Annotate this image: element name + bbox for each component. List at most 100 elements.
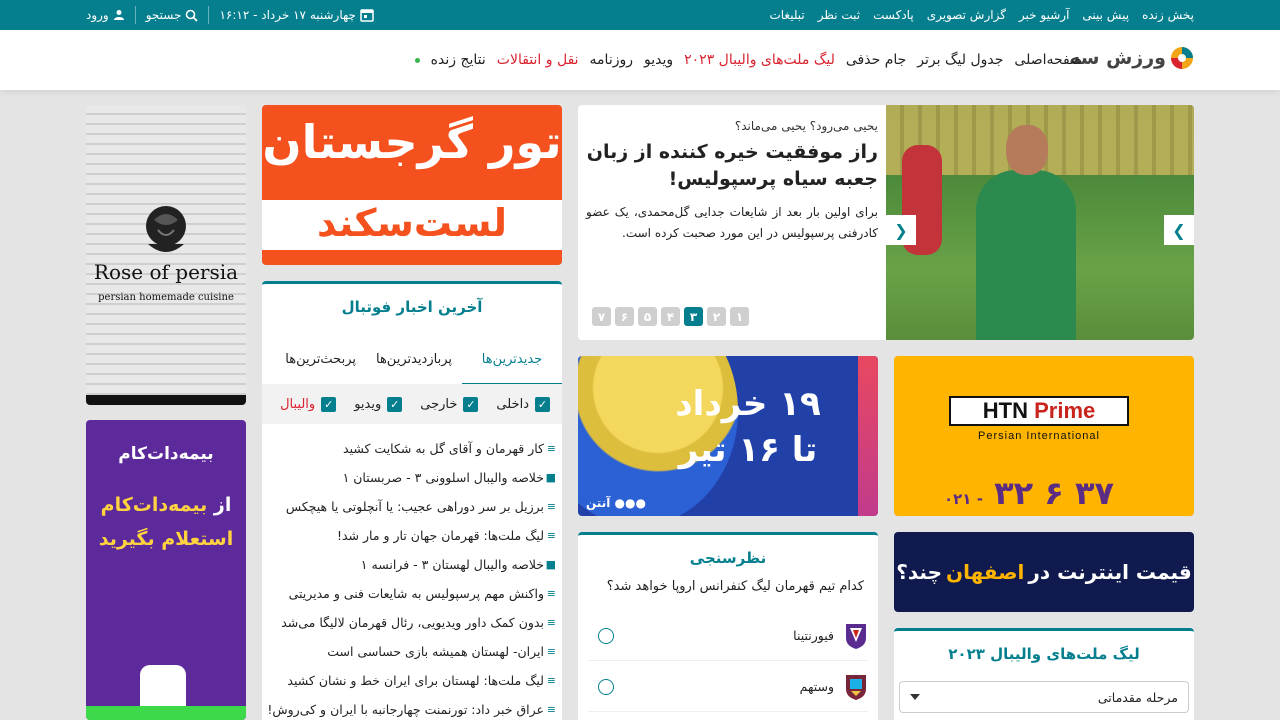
poll-box: نظرسنجی کدام تیم قهرمان لیگ کنفرانس اروپ… xyxy=(578,532,878,720)
top-link-archive[interactable]: آرشیو خبر xyxy=(1019,8,1069,22)
nav-volleyball[interactable]: لیگ ملت‌های والیبال ۲۰۲۳ xyxy=(684,52,835,68)
htn-prime-ad[interactable]: HTN Prime Persian International ۰۲۱ - ۳۲… xyxy=(894,356,1194,516)
slider-page-6[interactable]: ۱ xyxy=(730,307,749,326)
top-tools: ورود جستجو چهارشنبه ۱۷ خرداد - ۱۶:۱۲ xyxy=(86,0,374,30)
nav-transfers[interactable]: نقل و انتقالات xyxy=(497,52,579,68)
slider-page-5[interactable]: ۲ xyxy=(707,307,726,326)
htn-subtitle: Persian International xyxy=(978,430,1100,442)
internet-price-ad[interactable]: قیمت اینترنت در اصفهان چند؟ xyxy=(894,532,1194,612)
news-item[interactable]: ≡ بدون کمک داور ویدیویی، رئال قهرمان لالی… xyxy=(262,608,556,637)
site-logo[interactable]: ورزش سه xyxy=(1069,46,1194,70)
top-link-predict[interactable]: پیش بینی xyxy=(1082,8,1129,22)
slider-title[interactable]: راز موفقیت خیره کننده از زبان جعبه سیاه … xyxy=(586,139,878,192)
top-link-gallery[interactable]: گزارش تصویری xyxy=(927,8,1006,22)
filter-domestic[interactable]: ✓ داخلی xyxy=(496,396,550,412)
slider-page-4[interactable]: ۳ xyxy=(684,307,703,326)
slider-next-button[interactable]: ❯ xyxy=(1164,215,1194,245)
top-link-ads[interactable]: تبلیغات xyxy=(769,8,804,22)
nav-league-table[interactable]: جدول لیگ برتر xyxy=(917,52,1003,68)
person-body xyxy=(976,170,1076,340)
tab-most-discussed[interactable]: پربحث‌ترین‌ها xyxy=(275,337,366,385)
news-item[interactable]: ≡ لیگ ملت‌ها: قهرمان جهان تار و مار شد! xyxy=(262,521,556,550)
news-item-title: خلاصه والیبال اسلوونی ۳ - صربستان ۱ xyxy=(342,470,544,485)
slider-page-3[interactable]: ۴ xyxy=(661,307,680,326)
featured-photo[interactable] xyxy=(886,105,1194,340)
article-icon: ≡ xyxy=(546,616,556,629)
login-button[interactable]: ورود xyxy=(86,8,125,22)
volleyball-ad[interactable]: ۱۹ خرداد تا ۱۶ تیر آنتن ●●● xyxy=(578,356,878,516)
westham-crest-icon xyxy=(846,674,866,700)
search-button[interactable]: جستجو xyxy=(146,8,199,22)
slider-page-0[interactable]: ۷ xyxy=(592,307,611,326)
article-icon: ≡ xyxy=(546,529,556,542)
search-label: جستجو xyxy=(145,8,182,22)
inet-ad-a: قیمت اینترنت در xyxy=(1028,560,1192,584)
tour-ad-title: تور گرجستان xyxy=(262,115,562,169)
latest-news-box: آخرین اخبار فوتبال جدیدترین‌ها پربازدیدت… xyxy=(262,281,562,720)
filter-foreign[interactable]: ✓ خارجی xyxy=(420,396,479,412)
tab-most-viewed[interactable]: پربازدیدترین‌ها xyxy=(366,337,462,385)
logo-text: ورزش سه xyxy=(1069,47,1167,69)
top-link-comment[interactable]: ثبت نظر xyxy=(818,8,860,22)
bimeh-green-bar xyxy=(86,706,246,720)
news-item[interactable]: ■ خلاصه والیبال اسلوونی ۳ - صربستان ۱ xyxy=(262,463,556,492)
filter-video[interactable]: ✓ ویدیو xyxy=(354,396,403,412)
slider-page-1[interactable]: ۶ xyxy=(615,307,634,326)
radio-button[interactable] xyxy=(598,678,614,695)
poll-option-westham[interactable]: وستهم xyxy=(588,662,868,712)
nav-video[interactable]: ویدیو xyxy=(644,52,673,68)
chevron-left-icon: ❮ xyxy=(894,220,908,240)
stage-select[interactable]: مرحله مقدماتی xyxy=(899,681,1189,713)
slider-lead: برای اولین بار بعد از شایعات جدایی گل‌مح… xyxy=(586,205,878,240)
news-item[interactable]: ≡ کار قهرمان و آقای گل به شکایت کشید xyxy=(262,434,556,463)
news-item-title: برزیل بر سر دوراهی عجیب: یا آنچلوتی یا ه… xyxy=(285,499,544,514)
nav-newspaper[interactable]: روزنامه xyxy=(590,52,633,68)
rose-of-persia-ad[interactable]: Rose of persia persian homemade cuisine xyxy=(86,105,246,405)
nav-live-results[interactable]: نتایج زنده xyxy=(431,52,486,68)
htn-brand-b: Prime xyxy=(1034,398,1096,423)
user-icon xyxy=(113,10,124,20)
article-icon: ≡ xyxy=(546,587,556,600)
chevron-right-icon: ❯ xyxy=(1172,220,1186,240)
date-display: چهارشنبه ۱۷ خرداد - ۱۶:۱۲ xyxy=(219,8,374,22)
date-text: چهارشنبه ۱۷ خرداد - ۱۶:۱۲ xyxy=(219,8,356,22)
bimeh-line2: استعلام بگیرید xyxy=(98,528,234,550)
main-header: ورزش سه صفحه‌اصلی جدول لیگ برتر جام حذفی… xyxy=(0,30,1280,90)
filter-label: ویدیو xyxy=(354,396,382,412)
htn-logo: HTN Prime xyxy=(949,396,1129,426)
nav-home[interactable]: صفحه‌اصلی xyxy=(1014,52,1082,68)
top-link-podcast[interactable]: پادکست xyxy=(873,8,914,22)
top-links: پخش زنده پیش بینی آرشیو خبر گزارش تصویری… xyxy=(769,0,1194,30)
radio-button[interactable] xyxy=(598,627,614,644)
news-item-title: کار قهرمان و آقای گل به شکایت کشید xyxy=(343,441,544,456)
featured-slider: ❯ ❮ یحیی می‌رود؟ یحیی می‌ماند؟ راز موفقی… xyxy=(578,105,1194,340)
bimeh-brand: بیمه‌دات‌کام xyxy=(118,444,214,464)
news-item[interactable]: ≡ برزیل بر سر دوراهی عجیب: یا آنچلوتی یا … xyxy=(262,492,556,521)
poll-option-fiorentina[interactable]: فیورنتینا xyxy=(588,611,868,661)
bimeh-ad[interactable]: بیمه‌دات‌کام از بیمه‌دات‌کام استعلام بگی… xyxy=(86,420,246,720)
tour-ad-subtitle: لست‌سکند xyxy=(316,201,508,245)
slider-prev-button[interactable]: ❮ xyxy=(886,215,916,245)
news-item[interactable]: ≡ ایران- لهستان همیشه بازی حساسی است xyxy=(262,637,556,666)
news-item[interactable]: ≡ واکنش مهم پرسپولیس به شایعات فنی و مدیر… xyxy=(262,579,556,608)
rose-ad-subtitle: persian homemade cuisine xyxy=(98,292,234,303)
divider xyxy=(134,6,136,24)
video-icon: ■ xyxy=(545,558,556,571)
tab-newest[interactable]: جدیدترین‌ها xyxy=(462,337,562,385)
news-item[interactable]: ■ خلاصه والیبال لهستان ۳ - فرانسه ۱ xyxy=(262,550,556,579)
news-item[interactable]: ≡ عراق خبر داد: تورنمنت چهارجانبه با ایرا… xyxy=(262,695,556,720)
nav-cup[interactable]: جام حذفی xyxy=(846,52,906,68)
filter-volleyball[interactable]: ✓ والیبال xyxy=(280,396,337,412)
vball-ad-line2: تا ۱۶ تیر xyxy=(678,430,818,470)
article-icon: ≡ xyxy=(546,703,556,716)
slider-pagination: ۷۶۵۴۳۲۱ xyxy=(592,307,749,326)
news-item[interactable]: ≡ لیگ ملت‌ها: لهستان برای ایران خط و نشان… xyxy=(262,666,556,695)
top-link-live[interactable]: پخش زنده xyxy=(1142,8,1194,22)
tour-georgia-ad[interactable]: تور گرجستان لست‌سکند xyxy=(262,105,562,265)
rose-ad-name: Rose of persia xyxy=(93,260,239,284)
inet-ad-c: چند؟ xyxy=(896,560,943,584)
rose-ad-bottom-bar xyxy=(86,395,246,405)
inet-ad-b: اصفهان xyxy=(946,560,1025,584)
slider-page-2[interactable]: ۵ xyxy=(638,307,657,326)
main-nav: صفحه‌اصلی جدول لیگ برتر جام حذفی لیگ ملت… xyxy=(414,30,1082,90)
